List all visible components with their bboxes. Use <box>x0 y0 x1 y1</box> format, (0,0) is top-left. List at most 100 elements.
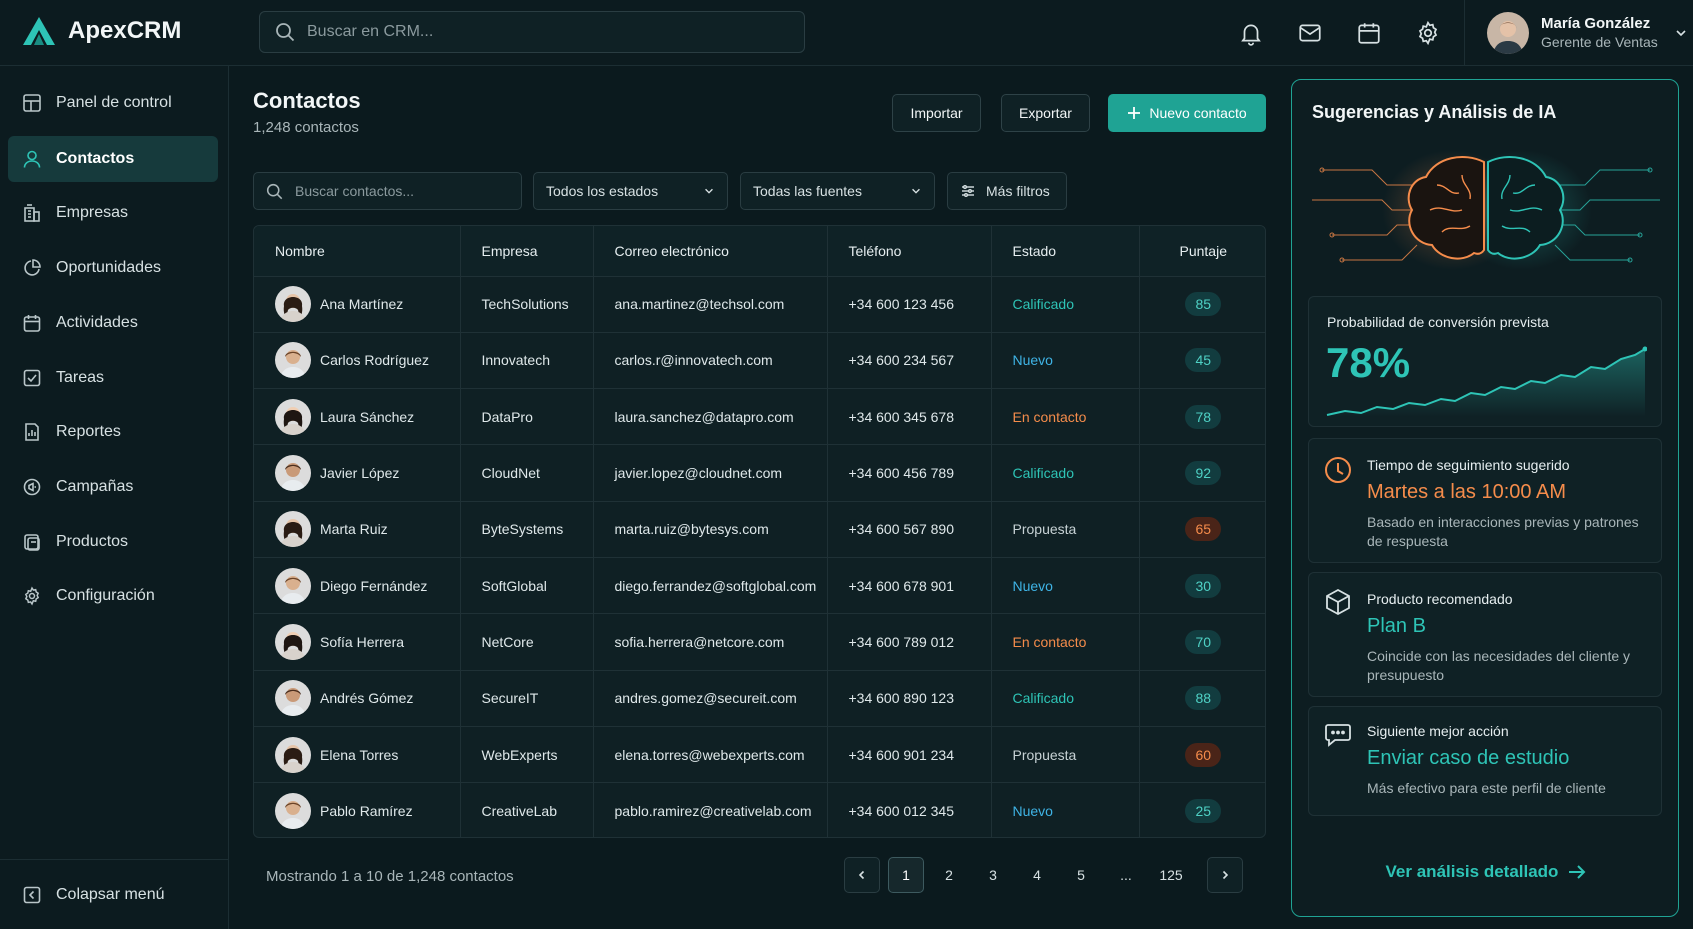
collapse-menu-label: Colapsar menú <box>56 885 165 903</box>
table-row[interactable]: Marta Ruiz ByteSystems marta.ruiz@bytesys.… <box>254 501 1265 558</box>
sidebar-item-label: Reportes <box>56 423 121 440</box>
cell-email[interactable]: diego.ferrandez@softglobal.com <box>593 557 828 615</box>
sidebar-item-companies[interactable]: Empresas <box>8 190 218 236</box>
cell-score: 65 <box>1139 501 1265 558</box>
table-row[interactable]: Ana Martínez TechSolutions ana.martinez@te… <box>254 276 1265 333</box>
contact-count: 1,248 contactos <box>253 119 359 136</box>
table-row[interactable]: Andrés Gómez SecureIT andres.gomez@securei… <box>254 670 1265 727</box>
calendar-icon[interactable] <box>1356 20 1382 46</box>
app-logo[interactable]: ApexCRM <box>22 16 181 46</box>
score-badge: 45 <box>1185 348 1222 373</box>
cell-email[interactable]: sofia.herrera@netcore.com <box>593 613 828 671</box>
sidebar-item-tasks[interactable]: Tareas <box>8 355 218 401</box>
cell-email[interactable]: ana.martinez@techsol.com <box>593 276 828 333</box>
import-button[interactable]: Importar <box>892 94 981 132</box>
next-page-button[interactable] <box>1207 857 1243 893</box>
prev-page-button[interactable] <box>844 857 880 893</box>
gear-icon[interactable] <box>1415 20 1441 46</box>
source-filter-select[interactable]: Todas las fuentes <box>740 172 935 210</box>
sidebar-item-campaigns[interactable]: Campañas <box>8 464 218 510</box>
sidebar-item-reports[interactable]: Reportes <box>8 409 218 455</box>
cell-email[interactable]: andres.gomez@secureit.com <box>593 670 828 727</box>
export-button[interactable]: Exportar <box>1001 94 1090 132</box>
cell-score: 78 <box>1139 388 1265 446</box>
page-button-125[interactable]: 125 <box>1153 857 1189 893</box>
cell-name: Diego Fernández <box>254 557 461 615</box>
sidebar-item-contacts[interactable]: Contactos <box>8 136 218 182</box>
cell-status: Propuesta <box>991 501 1140 558</box>
new-contact-button[interactable]: Nuevo contacto <box>1108 94 1266 132</box>
conversion-trend-sparkline <box>1326 346 1647 417</box>
cell-phone: +34 600 567 890 <box>827 501 992 558</box>
contact-name[interactable]: Javier López <box>320 465 399 481</box>
contact-name[interactable]: Carlos Rodríguez <box>320 352 429 368</box>
cell-email[interactable]: javier.lopez@cloudnet.com <box>593 444 828 502</box>
cell-company: DataPro <box>460 388 594 446</box>
table-row[interactable]: Sofía Herrera NetCore sofia.herrera@netcor… <box>254 613 1265 671</box>
contact-name[interactable]: Diego Fernández <box>320 578 427 594</box>
score-badge: 65 <box>1185 517 1222 542</box>
more-filters-button[interactable]: Más filtros <box>947 172 1067 210</box>
contact-name[interactable]: Elena Torres <box>320 747 398 763</box>
cell-score: 70 <box>1139 613 1265 671</box>
contact-name[interactable]: Andrés Gómez <box>320 690 413 706</box>
sidebar-item-opportunities[interactable]: Oportunidades <box>8 245 218 291</box>
avatar <box>275 398 311 435</box>
table-row[interactable]: Pablo Ramírez CreativeLab pablo.ramirez@cr… <box>254 782 1265 837</box>
page-button-5[interactable]: 5 <box>1063 857 1099 893</box>
column-header-score[interactable]: Puntaje <box>1139 226 1265 277</box>
page-button-2[interactable]: 2 <box>931 857 967 893</box>
chevron-down-icon[interactable] <box>1674 26 1688 40</box>
column-header-status[interactable]: Estado <box>991 226 1140 277</box>
table-row[interactable]: Elena Torres WebExperts elena.torres@webex… <box>254 726 1265 784</box>
cell-email[interactable]: laura.sanchez@datapro.com <box>593 388 828 446</box>
collapse-menu-button[interactable]: Colapsar menú <box>0 859 229 929</box>
sidebar-item-activities[interactable]: Actividades <box>8 300 218 346</box>
cell-email[interactable]: elena.torres@webexperts.com <box>593 726 828 784</box>
sidebar-item-products[interactable]: Productos <box>8 519 218 565</box>
contact-name[interactable]: Ana Martínez <box>320 296 403 312</box>
table-row[interactable]: Javier López CloudNet javier.lopez@cloudne… <box>254 444 1265 502</box>
sidebar-item-label: Actividades <box>56 314 138 331</box>
cell-email[interactable]: marta.ruiz@bytesys.com <box>593 501 828 558</box>
detailed-analysis-link[interactable]: Ver análisis detallado <box>1292 862 1678 882</box>
cell-status: En contacto <box>991 613 1140 671</box>
product-label: Producto recomendado <box>1367 591 1513 607</box>
cell-name: Carlos Rodríguez <box>254 332 461 390</box>
sidebar-item-label: Configuración <box>56 587 155 604</box>
contact-name[interactable]: Marta Ruiz <box>320 521 388 537</box>
cell-name: Ana Martínez <box>254 276 461 333</box>
column-header-email[interactable]: Correo electrónico <box>593 226 828 277</box>
sidebar-item-settings[interactable]: Configuración <box>8 573 218 619</box>
column-header-name[interactable]: Nombre <box>254 226 461 277</box>
contact-search[interactable] <box>253 172 522 210</box>
table-row[interactable]: Carlos Rodríguez Innovatech carlos.r@innov… <box>254 332 1265 390</box>
page-button-4[interactable]: 4 <box>1019 857 1055 893</box>
user-profile[interactable]: María González Gerente de Ventas <box>1464 0 1693 66</box>
table-row[interactable]: Laura Sánchez DataPro laura.sanchez@datapr… <box>254 388 1265 446</box>
cell-phone: +34 600 890 123 <box>827 670 992 727</box>
status-filter-select[interactable]: Todos los estados <box>533 172 728 210</box>
column-header-phone[interactable]: Teléfono <box>827 226 992 277</box>
page-ellipsis: ... <box>1120 867 1132 883</box>
table-row[interactable]: Diego Fernández SoftGlobal diego.ferrandez… <box>254 557 1265 615</box>
bell-icon[interactable] <box>1238 20 1264 46</box>
global-search[interactable] <box>259 11 805 53</box>
cell-phone: +34 600 012 345 <box>827 782 992 837</box>
contact-name[interactable]: Pablo Ramírez <box>320 803 413 819</box>
page-button-1[interactable]: 1 <box>888 857 924 893</box>
mail-icon[interactable] <box>1297 20 1323 46</box>
page-button-3[interactable]: 3 <box>975 857 1011 893</box>
megaphone-icon <box>23 478 41 496</box>
contact-search-input[interactable] <box>295 183 495 199</box>
cell-name: Marta Ruiz <box>254 501 461 558</box>
more-filters-label: Más filtros <box>986 183 1050 199</box>
column-header-company[interactable]: Empresa <box>460 226 594 277</box>
global-search-input[interactable] <box>307 23 787 41</box>
cell-phone: +34 600 456 789 <box>827 444 992 502</box>
contact-name[interactable]: Sofía Herrera <box>320 634 404 650</box>
cell-email[interactable]: pablo.ramirez@creativelab.com <box>593 782 828 837</box>
contact-name[interactable]: Laura Sánchez <box>320 409 414 425</box>
sidebar-item-dashboard[interactable]: Panel de control <box>8 80 218 126</box>
cell-email[interactable]: carlos.r@innovatech.com <box>593 332 828 390</box>
